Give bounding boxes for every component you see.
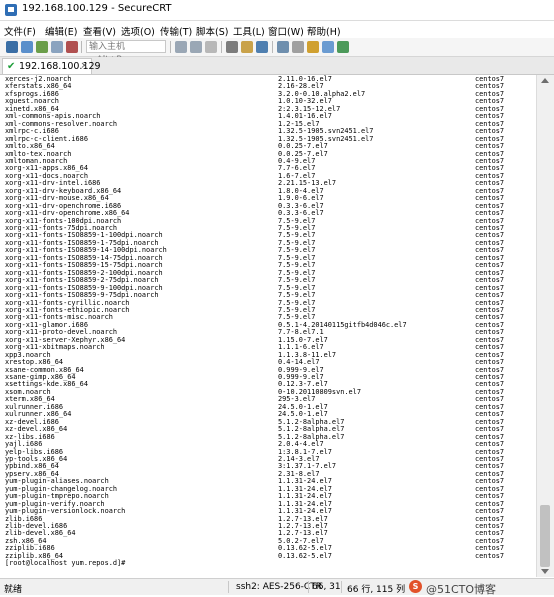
session-options-icon[interactable] xyxy=(256,41,268,53)
host-input[interactable]: 输入主机 <Alt+R> xyxy=(86,40,166,65)
menu-help[interactable]: 帮助(H) xyxy=(307,24,341,38)
toolbar-separator xyxy=(272,41,273,53)
status-cursor-position: 66, 31 xyxy=(312,582,341,592)
status-separator xyxy=(228,581,229,593)
status-ready: 就绪 xyxy=(4,585,23,595)
window-title: 192.168.100.129 - SecureCRT xyxy=(22,3,172,14)
menu-bar: 文件(F) 编辑(E) 查看(V) 选项(O) 传输(T) 脚本(S) 工具(L… xyxy=(0,21,554,38)
find-icon[interactable] xyxy=(205,41,217,53)
menu-file[interactable]: 文件(F) xyxy=(4,24,36,38)
copy-icon[interactable] xyxy=(175,41,187,53)
terminal-output[interactable]: xerces-j2.noarch 2.11.0-16.el7 centos7 xfer… xyxy=(0,75,536,577)
help-icon[interactable] xyxy=(322,41,334,53)
toolbar-separator xyxy=(221,41,222,53)
tools-icon[interactable] xyxy=(292,41,304,53)
settings-icon[interactable] xyxy=(241,41,253,53)
menu-edit[interactable]: 编辑(E) xyxy=(45,24,77,38)
package-repo: centos7 xyxy=(475,551,505,560)
status-separator xyxy=(341,581,342,593)
print-icon[interactable] xyxy=(226,41,238,53)
script-icon[interactable] xyxy=(337,41,349,53)
title-bar: 192.168.100.129 - SecureCRT xyxy=(0,0,554,21)
tab-label: 192.168.100.129 xyxy=(19,61,101,72)
toolbar-separator xyxy=(170,41,171,53)
status-terminal-size: 66 行, 115 列 xyxy=(347,585,406,595)
tab-session[interactable]: ✔ 192.168.100.129 × xyxy=(2,58,101,74)
status-session-cipher: ssh2: AES-256-CTR xyxy=(236,582,322,592)
connected-check-icon: ✔ xyxy=(7,61,16,72)
quick-connect-icon[interactable] xyxy=(21,41,33,53)
keymap-icon[interactable] xyxy=(307,41,319,53)
menu-transfer[interactable]: 传输(T) xyxy=(160,24,192,38)
vertical-scrollbar[interactable] xyxy=(536,75,554,577)
connect-icon[interactable] xyxy=(6,41,18,53)
scroll-up-arrow-icon[interactable] xyxy=(541,78,549,83)
menu-window[interactable]: 窗口(W) xyxy=(268,24,304,38)
menu-view[interactable]: 查看(V) xyxy=(83,24,116,38)
menu-script[interactable]: 脚本(S) xyxy=(196,24,228,38)
reconnect-icon[interactable] xyxy=(51,41,63,53)
toolbar-separator xyxy=(81,41,82,53)
toolbar: 输入主机 <Alt+R> xyxy=(0,38,554,65)
disconnect-icon[interactable] xyxy=(66,41,78,53)
menu-options[interactable]: 选项(O) xyxy=(121,24,155,38)
paste-icon[interactable] xyxy=(190,41,202,53)
package-version: 0.13.62-5.el7 xyxy=(278,551,332,560)
connect-tab-icon[interactable] xyxy=(36,41,48,53)
status-bar: 就绪 ssh2: AES-256-CTR 66, 31 66 行, 115 列 … xyxy=(0,578,554,596)
scrollbar-thumb[interactable] xyxy=(540,505,550,567)
package-name: [root@localhost yum.repos.d]# xyxy=(5,559,126,568)
menu-tools[interactable]: 工具(L) xyxy=(233,24,265,38)
watermark-text: @51CTO博客 xyxy=(426,583,497,596)
sftp-icon[interactable] xyxy=(277,41,289,53)
securecrt-app-icon xyxy=(5,4,17,16)
status-separator xyxy=(308,581,309,593)
scroll-down-arrow-icon[interactable] xyxy=(541,569,549,574)
tab-bar: ✔ 192.168.100.129 × xyxy=(0,57,554,75)
tab-close-icon[interactable]: × xyxy=(80,61,88,71)
watermark-logo-icon: S xyxy=(409,580,422,593)
